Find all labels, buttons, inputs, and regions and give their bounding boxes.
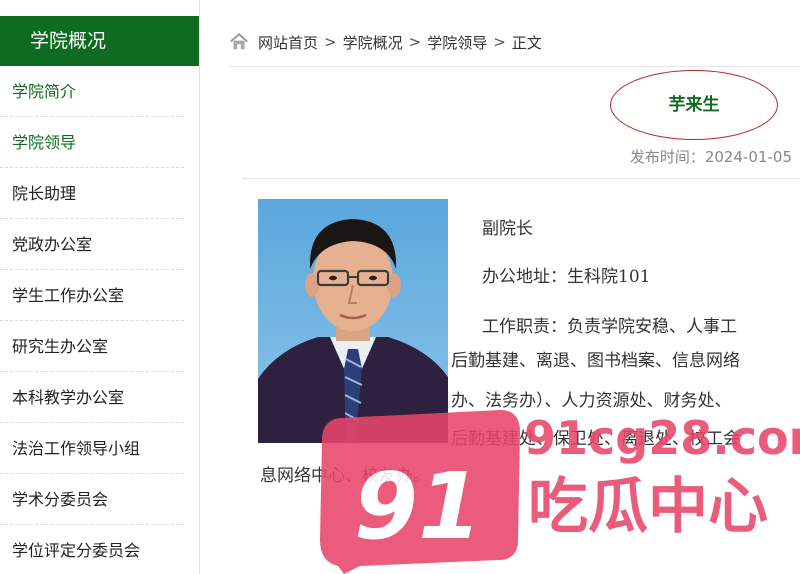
sidebar-title: 学院概况	[0, 16, 199, 66]
sidebar-item-undergrad-office[interactable]: 本科教学办公室	[0, 372, 184, 423]
duty-line: 工作职责：负责学院安稳、人事工	[482, 317, 737, 337]
home-icon[interactable]	[228, 31, 250, 53]
sidebar-item-graduate-office[interactable]: 研究生办公室	[0, 321, 184, 372]
duty-line: 办、法务办）、人力资源处、财务处、	[451, 391, 732, 411]
header-divider	[228, 66, 800, 67]
sidebar-item-party-office[interactable]: 党政办公室	[0, 219, 184, 270]
leader-role: 副院长	[482, 219, 533, 239]
article-title: 芋来生	[668, 95, 720, 115]
duty-line: 后勤基建处、保卫处、离退处、校工会	[451, 429, 740, 449]
breadcrumb-home[interactable]: 网站首页	[258, 32, 318, 53]
duty-line: 后勤基建、离退、图书档案、信息网络	[451, 351, 740, 371]
sidebar-item-student-affairs[interactable]: 学生工作办公室	[0, 270, 184, 321]
sidebar-list: 学院简介 学院领导 院长助理 党政办公室 学生工作办公室 研究生办公室 本科教学…	[0, 66, 184, 574]
breadcrumb-separator: >	[408, 33, 422, 51]
sidebar-item-college-intro[interactable]: 学院简介	[0, 66, 184, 117]
breadcrumb-separator: >	[324, 33, 337, 51]
breadcrumb-college-leaders[interactable]: 学院领导	[427, 32, 487, 53]
portrait-photo	[258, 199, 448, 443]
sidebar-item-degree-committee[interactable]: 学位评定分委员会	[0, 525, 184, 574]
breadcrumb-college-overview[interactable]: 学院概况	[343, 32, 403, 53]
sidebar-item-academic-committee[interactable]: 学术分委员会	[0, 474, 184, 525]
duty-line: 息网络中心、校友办。	[260, 466, 430, 486]
publish-date: 发布时间：2024-01-05	[629, 148, 792, 166]
sidebar-item-dean-assistant[interactable]: 院长助理	[0, 168, 184, 219]
sidebar-item-college-leaders[interactable]: 学院领导	[0, 117, 184, 168]
article-divider	[242, 178, 800, 179]
breadcrumb: 网站首页 > 学院概况 > 学院领导 > 正文	[228, 28, 542, 56]
sidebar-item-legal-group[interactable]: 法治工作领导小组	[0, 423, 184, 474]
leader-office: 办公地址：生科院101	[482, 267, 651, 287]
sidebar: 学院概况 学院简介 学院领导 院长助理 党政办公室 学生工作办公室 研究生办公室…	[0, 0, 200, 574]
breadcrumb-separator: >	[493, 33, 506, 51]
breadcrumb-current: 正文	[511, 33, 542, 52]
watermark-name: 吃瓜中心	[528, 472, 768, 542]
